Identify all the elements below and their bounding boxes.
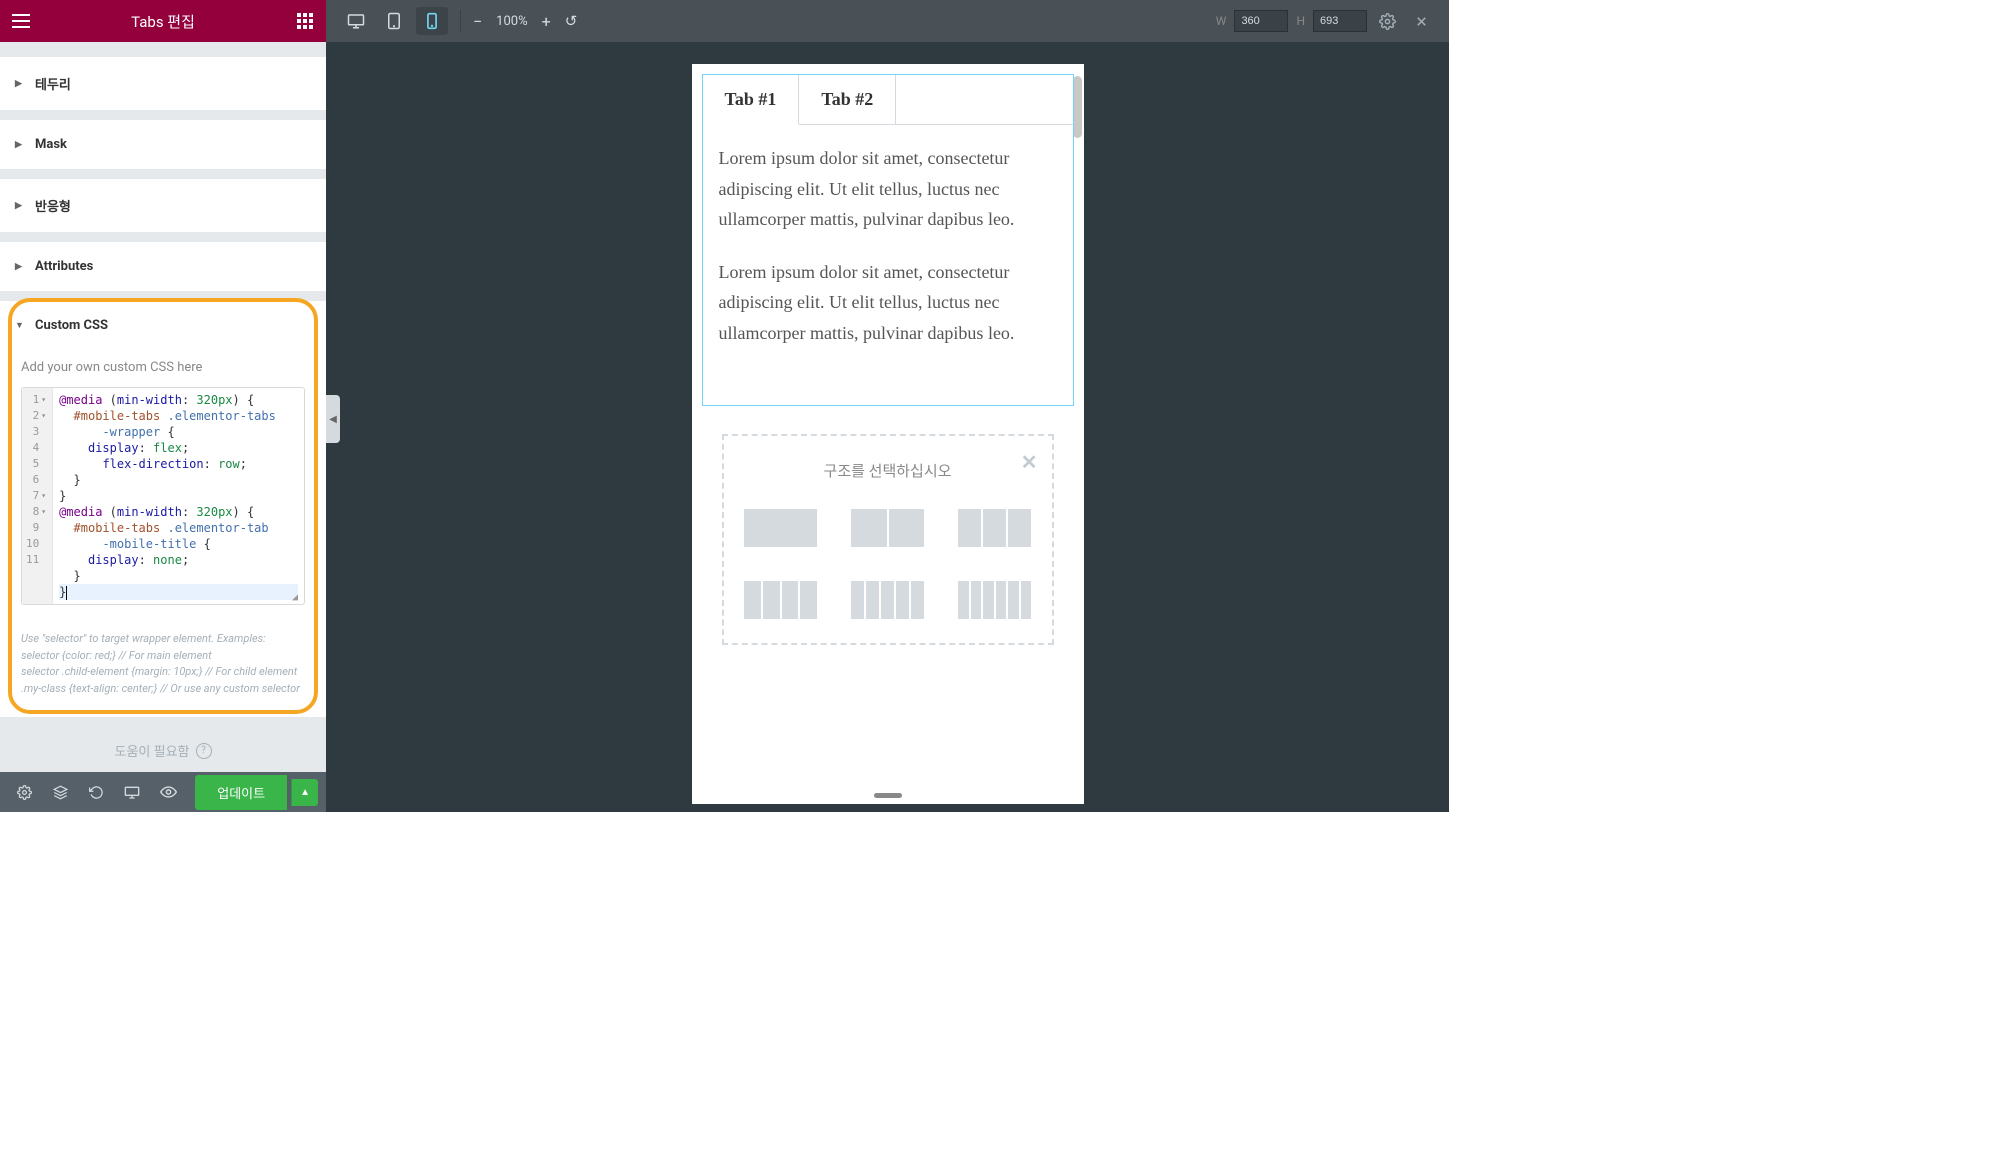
height-label: H — [1296, 14, 1305, 28]
accordion-label: Mask — [35, 137, 67, 152]
accordion-label: 반응형 — [35, 196, 71, 215]
top-toolbar: − 100% + ↺ W H — [326, 0, 1449, 42]
width-input[interactable] — [1234, 10, 1288, 32]
tab-2[interactable]: Tab #2 — [799, 75, 896, 125]
add-section-placeholder[interactable]: ✕ 구조를 선택하십시오 — [722, 434, 1054, 645]
code-gutter: 1▾ 2▾ 3 4 5 6 7▾ 8▾ 9 10 11 — [22, 388, 53, 604]
menu-icon[interactable] — [10, 10, 32, 32]
need-help-link[interactable]: 도움이 필요함 ? — [0, 727, 326, 772]
code-content[interactable]: @media (min-width: 320px) { #mobile-tabs… — [53, 388, 304, 604]
device-mobile-button[interactable] — [416, 7, 448, 35]
panel-title: Tabs 편집 — [131, 11, 195, 32]
close-icon[interactable]: ✕ — [1021, 450, 1038, 474]
css-hint-text: Add your own custom CSS here — [21, 360, 305, 375]
settings-gear-icon[interactable] — [1373, 7, 1401, 35]
panel-body: ▶테두리 ▶Mask ▶반응형 ▶Attributes ▼Custom CSS … — [0, 42, 326, 772]
css-help-text: Use "selector" to target wrapper element… — [0, 625, 326, 717]
resize-handle-icon[interactable]: ◢ — [292, 592, 302, 602]
frame-resize-handle[interactable] — [874, 793, 902, 798]
structure-5col[interactable] — [851, 581, 924, 619]
zoom-out-button[interactable]: − — [473, 12, 482, 31]
content-paragraph-1: Lorem ipsum dolor sit amet, consectetur … — [719, 143, 1057, 235]
canvas-area[interactable]: Tab #1 Tab #2 Lorem ipsum dolor sit amet… — [326, 42, 1449, 812]
structure-2col[interactable] — [851, 509, 924, 547]
panel-header: Tabs 편집 — [0, 0, 326, 42]
zoom-in-button[interactable]: + — [542, 12, 551, 31]
height-input[interactable] — [1313, 10, 1367, 32]
close-button[interactable] — [1407, 7, 1435, 35]
device-tablet-button[interactable] — [378, 7, 410, 35]
css-code-editor[interactable]: 1▾ 2▾ 3 4 5 6 7▾ 8▾ 9 10 11 @media (min-… — [21, 387, 305, 605]
update-options-button[interactable]: ▲ — [291, 779, 318, 806]
structure-1col[interactable] — [744, 509, 817, 547]
accordion-responsive[interactable]: ▶반응형 — [0, 179, 326, 232]
accordion-attributes[interactable]: ▶Attributes — [0, 242, 326, 291]
zoom-value: 100% — [496, 14, 527, 29]
update-button[interactable]: 업데이트 — [195, 775, 287, 810]
preview-icon[interactable] — [152, 776, 184, 808]
device-frame: Tab #1 Tab #2 Lorem ipsum dolor sit amet… — [692, 64, 1084, 804]
widgets-grid-icon[interactable] — [294, 10, 316, 32]
structure-title: 구조를 선택하십시오 — [744, 460, 1032, 481]
accordion-border[interactable]: ▶테두리 — [0, 57, 326, 110]
accordion-label: Attributes — [35, 259, 93, 274]
responsive-icon[interactable] — [116, 776, 148, 808]
history-icon[interactable] — [80, 776, 112, 808]
device-desktop-button[interactable] — [340, 7, 372, 35]
width-label: W — [1216, 14, 1227, 28]
accordion-label: 테두리 — [35, 74, 71, 93]
accordion-label: Custom CSS — [35, 318, 108, 333]
canvas-area-wrapper: − 100% + ↺ W H — [326, 0, 1449, 812]
structure-4col[interactable] — [744, 581, 817, 619]
panel-bottom-bar: 업데이트 ▲ — [0, 772, 326, 812]
accordion-header-custom-css[interactable]: ▼Custom CSS — [0, 301, 326, 350]
tab-content: Lorem ipsum dolor sit amet, consectetur … — [703, 125, 1073, 405]
panel-collapse-handle[interactable]: ◀ — [326, 395, 340, 443]
navigator-icon[interactable] — [44, 776, 76, 808]
structure-3col[interactable] — [958, 509, 1031, 547]
structure-6col[interactable] — [958, 581, 1031, 619]
content-paragraph-2: Lorem ipsum dolor sit amet, consectetur … — [719, 257, 1057, 349]
need-help-label: 도움이 필요함 — [115, 741, 190, 760]
help-icon: ? — [196, 743, 212, 759]
accordion-mask[interactable]: ▶Mask — [0, 120, 326, 169]
editor-side-panel: Tabs 편집 ▶테두리 ▶Mask ▶반응형 ▶Attributes ▼Cus… — [0, 0, 326, 812]
tabs-widget[interactable]: Tab #1 Tab #2 Lorem ipsum dolor sit amet… — [702, 74, 1074, 406]
accordion-custom-css: ▼Custom CSS Add your own custom CSS here… — [0, 301, 326, 717]
zoom-reset-button[interactable]: ↺ — [565, 12, 578, 30]
tab-1[interactable]: Tab #1 — [703, 75, 800, 125]
settings-icon[interactable] — [8, 776, 40, 808]
